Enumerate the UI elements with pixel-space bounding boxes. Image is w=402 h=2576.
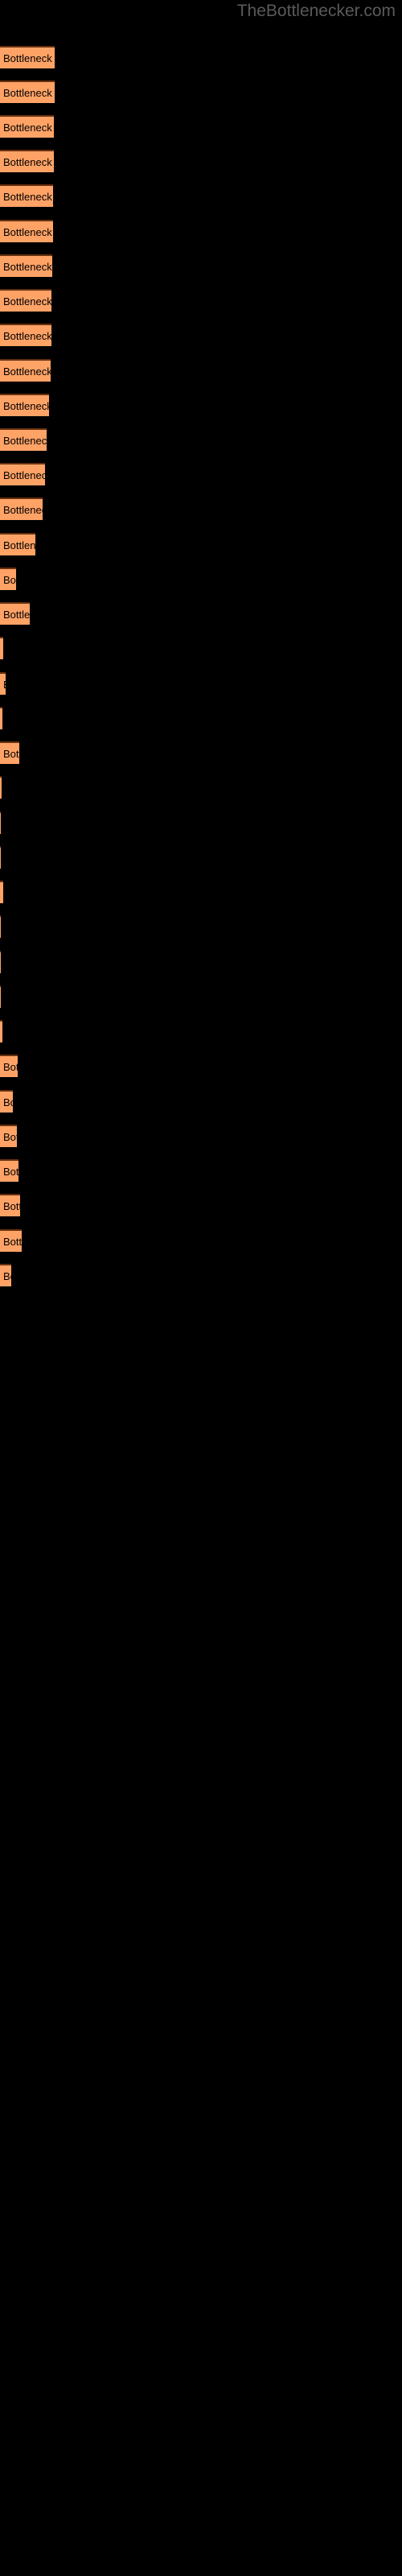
bar-28: Bottleneck result [0,985,1,1008]
bar-9: Bottleneck result [0,324,51,346]
bar-19: Bottleneck result [0,672,6,695]
bar-label: Bottleneck result [3,365,51,378]
bar-label: Bottleneck result [3,676,6,694]
bar-32: Bottleneck result [0,1125,17,1147]
bar-20: Bottleneck result [0,707,2,729]
bar-26: Bottleneck result [0,915,1,938]
bar-label: Bottleneck result [3,191,53,203]
bar-5: Bottleneck result [0,184,53,207]
bar-13: Bottleneck result [0,463,45,485]
bar-label: Bottleneck result [3,261,52,273]
bar-17: Bottleneck result [0,602,30,625]
bar-25: Bottleneck result [0,881,3,903]
bar-label: Bottleneck result [3,609,30,621]
bar-label: Bottleneck result [3,330,51,342]
bar-21: Bottleneck result [0,741,19,764]
bars-layer: Bottleneck result Bottleneck result Bottle… [0,0,402,2576]
bar-label: Bottleneck result [3,87,55,99]
bar-36: Bottleneck result [0,1264,11,1286]
bar-22: Bottleneck result [0,776,2,799]
bar-15: Bottleneck result [0,533,35,555]
bar-27: Bottleneck result [0,951,1,973]
bar-label: Bottleneck result [3,1096,13,1108]
bar-label: Bottleneck result [3,469,45,481]
bar-label: Bottleneck result [3,435,47,447]
bar-31: Bottleneck result [0,1090,13,1113]
bar-24: Bottleneck result [0,846,1,869]
bar-11: Bottleneck result [0,394,49,416]
bar-label: Bottleneck result [3,504,43,516]
bar-3: Bottleneck result [0,115,54,138]
bar-34: Bottleneck result [0,1194,20,1216]
bar-33: Bottleneck result [0,1159,18,1182]
bar-label: Bottleneck result [3,400,49,412]
bar-8: Bottleneck result [0,289,51,312]
bar-label: Bottleneck result [3,574,16,586]
bar-label: Bottleneck result [3,1200,20,1212]
bar-label: Bottleneck result [3,1166,18,1178]
bar-10: Bottleneck result [0,359,51,382]
bar-23: Bottleneck result [0,811,1,834]
bar-16: Bottleneck result [0,568,16,590]
bar-label: Bottleneck result [3,539,35,551]
bar-label: Bottleneck result [3,1236,22,1248]
bar-chart: TheBottlenecker.com Bottleneck resultBot… [0,0,402,2576]
bar-35: Bottleneck result [0,1229,22,1252]
bar-label: Bottleneck result [3,122,54,134]
bar-30: Bottleneck result [0,1055,18,1077]
bar-label: Bottleneck result [3,748,19,760]
bar-1: Bottleneck result [0,46,55,68]
bar-29: Bottleneck result [0,1020,2,1042]
bar-label: Bottleneck result [3,226,53,238]
bar-4: Bottleneck result [0,150,54,172]
bar-2: Bottleneck result [0,80,55,103]
bar-label: Bottleneck result [3,1270,11,1282]
bar-6: Bottleneck result [0,220,53,242]
bar-label: Bottleneck result [3,156,54,168]
bar-12: Bottleneck result [0,428,47,451]
bar-label: Bottleneck result [3,295,51,308]
bar-label: Bottleneck result [3,1131,17,1143]
bar-18: Bottleneck result [0,637,3,659]
bar-label: Bottleneck result [3,1061,18,1073]
bar-14: Bottleneck result [0,497,43,520]
bar-label: Bottleneck result [3,52,55,64]
bar-7: Bottleneck result [0,254,52,277]
